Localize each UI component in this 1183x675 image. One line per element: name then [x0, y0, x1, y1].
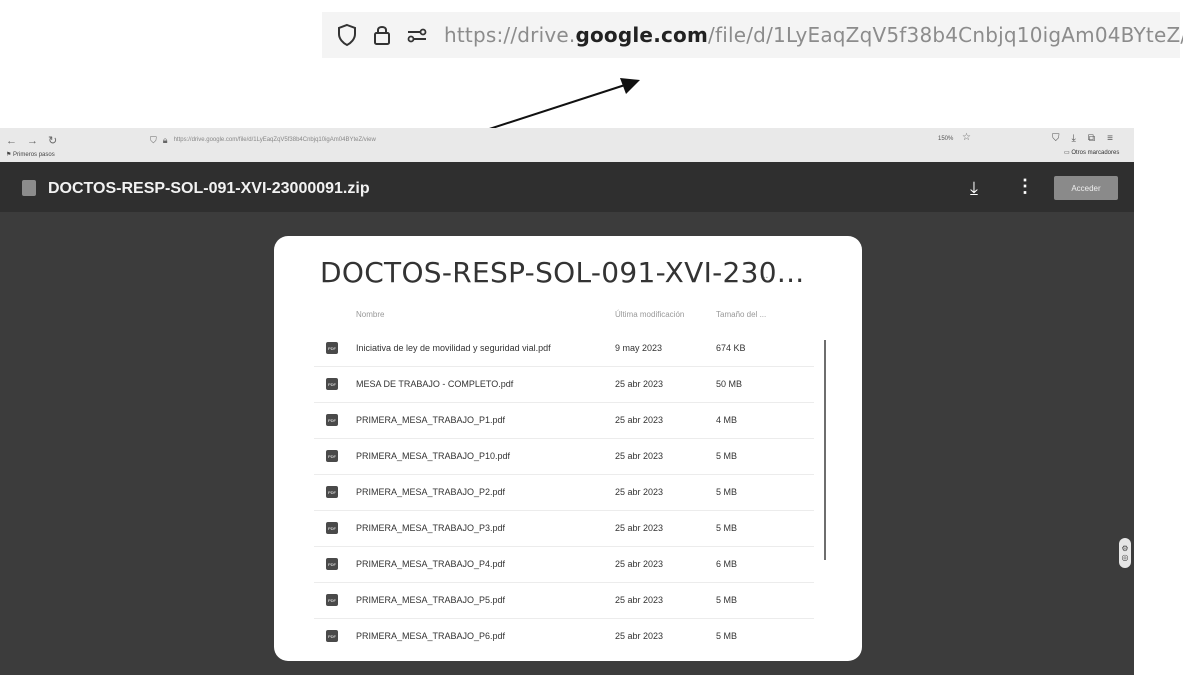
file-date: 25 abr 2023	[615, 379, 664, 389]
other-bookmarks[interactable]: ▭ Otros marcadores	[1064, 149, 1119, 156]
bookmark-label: Primeros pasos	[13, 152, 55, 158]
bookmark-first-steps[interactable]: ⚑ Primeros pasos	[6, 151, 55, 158]
file-date: 25 abr 2023	[615, 487, 664, 497]
menu-icon[interactable]: ≡	[1107, 133, 1113, 144]
file-size: 5 MB	[716, 487, 738, 497]
pdf-file-icon: PDF	[326, 558, 338, 570]
url-domain: google.com	[575, 23, 709, 47]
file-size: 4 MB	[716, 415, 738, 425]
card-more-icon[interactable]: ...	[760, 270, 768, 281]
side-panel-toggle[interactable]: ⚙ ◎	[1119, 538, 1131, 568]
url-prefix: https://drive.	[444, 23, 576, 47]
more-options-icon[interactable]: ⋮	[1016, 176, 1034, 197]
back-icon[interactable]: ←	[6, 135, 17, 147]
file-name: PRIMERA_MESA_TRABAJO_P10.pdf	[356, 451, 511, 461]
pdf-file-icon: PDF	[326, 522, 338, 534]
shield-icon: ⛉	[150, 134, 157, 145]
file-row[interactable]: PDF PRIMERA_MESA_TRABAJO_P6.pdf 25 abr 202…	[314, 619, 814, 654]
file-name: PRIMERA_MESA_TRABAJO_P1.pdf	[356, 415, 506, 425]
zip-file-icon	[22, 180, 36, 196]
file-row[interactable]: PDF PRIMERA_MESA_TRABAJO_P5.pdf 25 abr 202…	[314, 583, 814, 619]
drive-header: DOCTOS-RESP-SOL-091-XVI-23000091.zip ⤓ ⋮…	[0, 162, 1134, 212]
list-scrollbar[interactable]	[824, 340, 826, 560]
file-date: 25 abr 2023	[615, 451, 664, 461]
download-icon[interactable]: ⤓	[1072, 133, 1076, 144]
other-bookmarks-label: Otros marcadores	[1071, 150, 1120, 156]
file-name: PRIMERA_MESA_TRABAJO_P4.pdf	[356, 559, 506, 569]
pdf-file-icon: PDF	[326, 414, 338, 426]
zoomed-url: https://drive.google.com/file/d/1LyEaqZq…	[444, 23, 1183, 47]
gear-icon: ⚙	[1121, 544, 1129, 553]
file-row[interactable]: PDF PRIMERA_MESA_TRABAJO_P3.pdf 25 abr 202…	[314, 511, 814, 547]
bookmark-star-icon[interactable]: ☆	[962, 132, 971, 143]
file-name: PRIMERA_MESA_TRABAJO_P5.pdf	[356, 595, 506, 605]
address-bar[interactable]: ⛉ 🔒︎ https://drive.google.com/file/d/1Ly…	[150, 132, 930, 148]
pdf-file-icon: PDF	[326, 594, 338, 606]
file-title: DOCTOS-RESP-SOL-091-XVI-23000091.zip	[48, 180, 370, 197]
pdf-file-icon: PDF	[326, 486, 338, 498]
file-row[interactable]: PDF PRIMERA_MESA_TRABAJO_P2.pdf 25 abr 202…	[314, 475, 814, 511]
file-date: 25 abr 2023	[615, 523, 664, 533]
file-size: 6 MB	[716, 559, 738, 569]
file-size: 5 MB	[716, 451, 738, 461]
file-size: 5 MB	[716, 523, 738, 533]
file-date: 25 abr 2023	[615, 631, 664, 641]
file-date: 25 abr 2023	[615, 415, 664, 425]
url-suffix: /file/d/1LyEaqZqV5f38b4Cnbjq10igAm04BYte…	[708, 23, 1183, 47]
reload-icon[interactable]: ↻	[48, 135, 57, 147]
file-date: 25 abr 2023	[615, 595, 664, 605]
pdf-file-icon: PDF	[326, 378, 338, 390]
forward-icon[interactable]: →	[27, 135, 38, 147]
file-name: PRIMERA_MESA_TRABAJO_P6.pdf	[356, 631, 506, 641]
column-modified[interactable]: Última modificación	[615, 310, 684, 319]
pdf-file-icon: PDF	[326, 342, 338, 354]
file-row[interactable]: PDF PRIMERA_MESA_TRABAJO_P10.pdf 25 abr 20…	[314, 439, 814, 475]
column-name[interactable]: Nombre	[356, 310, 384, 319]
file-name: PRIMERA_MESA_TRABAJO_P2.pdf	[356, 487, 506, 497]
file-size: 674 KB	[716, 343, 746, 353]
zip-contents-card: DOCTOS-RESP-SOL-091-XVI-230... ... Nombr…	[274, 236, 862, 661]
column-size[interactable]: Tamaño del ...	[716, 310, 766, 319]
file-row[interactable]: PDF MESA DE TRABAJO - COMPLETO.pdf 25 abr …	[314, 367, 814, 403]
file-size: 5 MB	[716, 595, 738, 605]
card-title: DOCTOS-RESP-SOL-091-XVI-230...	[320, 256, 805, 289]
permissions-icon	[406, 20, 428, 50]
zoomed-address-bar: https://drive.google.com/file/d/1LyEaqZq…	[322, 12, 1183, 58]
file-date: 25 abr 2023	[615, 559, 664, 569]
file-size: 50 MB	[716, 379, 743, 389]
file-date: 9 may 2023	[615, 343, 663, 353]
nav-buttons: ← → ↻	[6, 134, 67, 147]
shield-icon	[336, 20, 358, 50]
browser-tools: ⛉ ⤓ ⧉ ≡	[1052, 133, 1113, 144]
file-row[interactable]: PDF PRIMERA_MESA_TRABAJO_P4.pdf 25 abr 202…	[314, 547, 814, 583]
file-name: Iniciativa de ley de movilidad y segurid…	[356, 343, 551, 353]
pdf-file-icon: PDF	[326, 450, 338, 462]
address-text: https://drive.google.com/file/d/1LyEaqZq…	[173, 137, 376, 143]
file-name: PRIMERA_MESA_TRABAJO_P3.pdf	[356, 523, 506, 533]
extensions-icon[interactable]: ⧉	[1088, 133, 1095, 144]
zoom-level[interactable]: 150%	[938, 136, 953, 142]
file-list: PDF Iniciativa de ley de movilidad y segu…	[314, 331, 814, 654]
file-row[interactable]: PDF Iniciativa de ley de movilidad y segu…	[314, 331, 814, 367]
pdf-file-icon: PDF	[326, 630, 338, 642]
file-row[interactable]: PDF PRIMERA_MESA_TRABAJO_P1.pdf 25 abr 202…	[314, 403, 814, 439]
file-size: 5 MB	[716, 631, 738, 641]
shield-icon[interactable]: ⛉	[1052, 133, 1060, 144]
circle-icon: ◎	[1121, 553, 1129, 562]
lock-icon: 🔒︎	[162, 134, 168, 145]
login-button[interactable]: Acceder	[1054, 176, 1118, 200]
browser-toolbar: ← → ↻ ⚑ Primeros pasos ⛉ 🔒︎ https://drive.…	[0, 128, 1134, 163]
file-name: MESA DE TRABAJO - COMPLETO.pdf	[356, 379, 514, 389]
lock-icon	[372, 20, 392, 50]
download-icon[interactable]: ⤓	[970, 178, 978, 199]
